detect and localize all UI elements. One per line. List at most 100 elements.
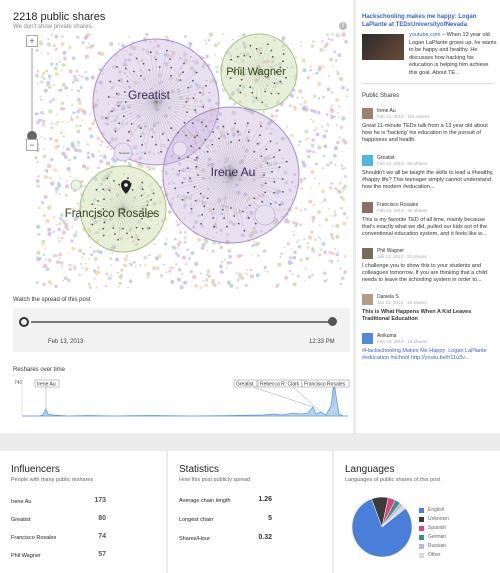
spoke-node [221,208,224,211]
spoke-node [194,199,197,202]
zoom-track[interactable] [31,48,33,136]
post-source-link[interactable]: youtube.com [409,32,441,38]
share-dot [70,141,75,146]
ripples-panel: 2218 public shares We don't show private… [0,0,353,433]
influencer-name[interactable]: Francisco Rosales [11,535,56,541]
share-dot [314,238,318,241]
share-dot [327,124,330,127]
spoke-node [230,207,232,209]
share-dot [255,273,260,278]
avatar[interactable] [362,294,373,305]
avatar[interactable] [362,202,373,213]
share-dot [311,219,315,223]
share-dot [55,113,58,116]
influencer-name[interactable]: Phil Wagner [11,553,41,559]
share-dot [231,38,234,41]
share-dot [317,145,322,150]
share-dot [263,265,267,270]
share-meta: Feb 13, 2013 · 30 shares [377,208,428,213]
share-dot [312,120,315,123]
spoke-node [103,221,106,224]
share-dot [293,283,297,287]
share-dot [194,261,199,266]
annotation-irene-au[interactable]: Irene Au [34,379,60,409]
influencer-row[interactable]: Irene Au 173 [11,497,106,505]
share-dot [330,114,333,117]
spoke-node [203,205,206,208]
play-icon[interactable] [19,317,29,327]
avatar[interactable] [362,333,373,344]
share-dot [57,183,62,188]
share-dot [336,141,340,145]
share-dot [307,137,310,139]
spoke-node [270,49,273,52]
share-dot [315,132,320,137]
share-dot [317,65,322,70]
spoke-node [118,79,120,82]
influencer-name[interactable]: Irene Au [11,499,32,505]
share-dot [110,264,113,266]
share-dot [45,218,50,223]
share-dot [118,281,122,286]
influencer-name[interactable]: Greatist [11,517,30,523]
avatar[interactable] [362,108,373,119]
share-dot [75,231,78,234]
share-dot [339,267,342,270]
influencer-row[interactable]: Francisco Rosales 74 [11,533,106,541]
avatar[interactable] [362,248,373,259]
share-dot [189,269,193,274]
spoke-node [186,167,189,170]
spoke-node [200,121,203,124]
share-dot [60,218,65,223]
share-dot [301,187,304,190]
spoke-node [146,204,149,207]
spoke-node [206,150,209,153]
spoke-node [185,101,188,103]
influencer-row[interactable]: Greatist 80 [11,515,106,523]
share-dot [270,114,275,118]
share-dot [336,259,340,263]
share-dot [107,276,112,281]
languages-pie-chart[interactable] [348,493,416,561]
share-dot [312,203,316,206]
share-dot [308,199,313,204]
spoke-node [158,66,161,68]
share-dot [109,148,112,151]
sub-cluster[interactable] [172,141,188,157]
post-headline-link[interactable]: Hackschooling makes me happy: Logan LaPl… [362,13,496,29]
avatar[interactable] [362,155,373,166]
post-video-thumbnail[interactable] [362,34,404,60]
influencer-row[interactable]: Phil Wagner 57 [11,551,106,559]
share-dot [54,34,59,39]
spoke-node [170,127,173,130]
share-dot [174,251,178,255]
spoke-node [124,67,127,70]
share-dot [341,138,346,143]
timeline-track[interactable] [31,321,333,323]
info-icon[interactable]: i [339,22,347,30]
share-dot [321,201,323,204]
ripple-graph[interactable]: Network DK Greatist Phil Wagner Irene Au… [12,32,352,290]
zoom-out-button[interactable]: − [26,139,38,151]
sub-cluster[interactable] [70,179,82,191]
share-dot [312,40,315,43]
share-dot [179,231,182,234]
legend-label: Spanish [428,525,447,531]
share-dot [91,152,94,156]
share-dot [322,95,326,99]
share-dot [36,184,40,188]
spoke-node [234,122,237,125]
share-text[interactable]: #Hackschooling Makes Me Happy: Logan LaP… [362,348,496,362]
reshares-chart[interactable]: 740 Irene Au Greatist Rebecca R. Clark F… [13,376,353,424]
share-dot [159,274,164,278]
zoom-in-button[interactable]: + [26,35,38,47]
share-dot [98,250,103,255]
share-dot [339,125,344,130]
timeline-start-date: Feb 13, 2013 [48,339,84,345]
timeline-handle[interactable] [328,317,337,326]
sub-cluster[interactable] [254,204,276,226]
share-dot [77,144,80,147]
annotation-francisco-rosales[interactable]: Francisco Rosales [301,379,350,406]
share-dot [57,227,61,232]
share-dot [52,253,57,258]
